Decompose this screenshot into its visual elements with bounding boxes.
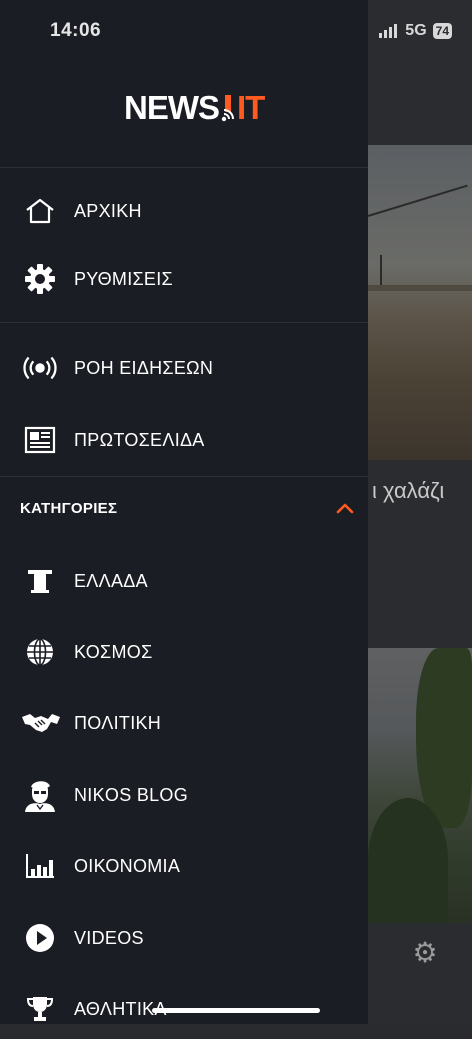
category-item-economy[interactable]: ΟΙΚΟΝΟΜΙΑ [0,836,368,896]
article-image [368,648,472,923]
divider [0,167,368,168]
battery-icon: 74 [432,23,452,39]
article-headline-fragment: ι χαλάζι [372,478,445,503]
signal-icon [379,24,398,38]
menu-item-home[interactable]: ΑΡΧΙΚΗ [0,181,368,241]
menu-item-settings[interactable]: ΡΥΘΜΙΣΕΙΣ [0,249,368,309]
column-icon [22,563,58,599]
menu-item-label: ΑΡΧΙΚΗ [74,200,142,221]
portrait-icon [22,777,58,813]
newsit-logo[interactable]: NEWS IT [124,88,265,128]
menu-item-label: ΟΙΚΟΝΟΜΙΑ [74,855,181,876]
handshake-icon [20,705,62,741]
chevron-up-icon[interactable] [334,498,356,520]
status-indicators: 5G 74 [379,22,452,40]
bar-chart-icon [22,848,58,884]
menu-item-news-feed[interactable]: ΡΟΗ ΕΙΔΗΣΕΩΝ [0,338,368,398]
menu-item-label: ΚΟΣΜΟΣ [74,641,153,662]
category-item-greece[interactable]: ΕΛΛΑΔΑ [0,551,368,611]
divider [0,322,368,323]
home-indicator[interactable] [152,1008,320,1013]
categories-header-label: ΚΑΤΗΓΟΡΙΕΣ [20,500,118,517]
category-item-politics[interactable]: ΠΟΛΙΤΙΚΗ [0,693,368,753]
battery-level: 74 [435,24,449,38]
live-broadcast-icon [22,350,58,386]
menu-item-label: NIKOS BLOG [74,784,189,805]
category-item-videos[interactable]: VIDEOS [0,908,368,968]
menu-item-label: ΡΥΘΜΙΣΕΙΣ [74,268,173,289]
logo-accent-text: IT [237,89,265,126]
categories-header[interactable]: ΚΑΤΗΓΟΡΙΕΣ [0,490,368,530]
navigation-drawer: 14:06 NEWS IT ΑΡΧΙΚΗ ΡΥΘΜΙΣΕΙΣ ΡΟΗ ΕΙΔΗΣ… [0,0,368,1024]
logo-signal-icon [221,95,234,122]
home-icon [22,193,58,229]
play-icon [22,920,58,956]
menu-item-label: ΠΟΛΙΤΙΚΗ [74,712,162,733]
menu-item-label: VIDEOS [74,927,144,948]
globe-icon [22,634,58,670]
trophy-icon [22,991,58,1027]
menu-item-label: ΕΛΛΑΔΑ [74,570,148,591]
gear-icon [22,261,58,297]
menu-item-front-pages[interactable]: ΠΡΩΤΟΣΕΛΙΔΑ [0,410,368,470]
menu-item-label: ΡΟΗ ΕΙΔΗΣΕΩΝ [74,357,214,378]
category-item-nikos-blog[interactable]: NIKOS BLOG [0,765,368,825]
newspaper-icon [22,422,58,458]
divider [0,476,368,477]
network-label: 5G [405,22,427,39]
gear-icon: ⚙ [412,937,438,968]
category-item-world[interactable]: ΚΟΣΜΟΣ [0,622,368,682]
article-image [367,145,472,460]
status-time: 14:06 [50,20,102,41]
logo-text: NEWS [124,89,220,126]
menu-item-label: ΠΡΩΤΟΣΕΛΙΔΑ [74,429,205,450]
